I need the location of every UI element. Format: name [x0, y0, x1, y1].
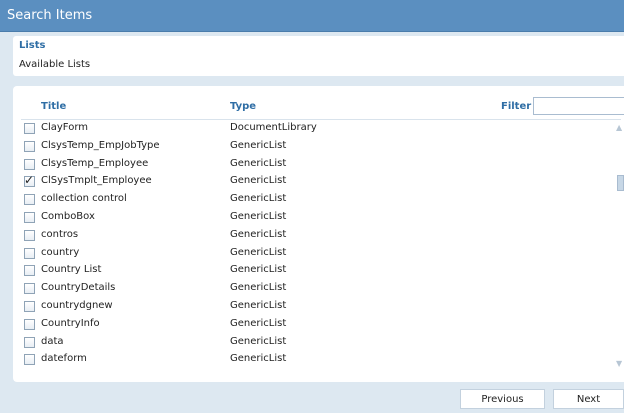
table-row[interactable]: dateform GenericList	[13, 351, 613, 369]
table-row[interactable]: CountryDetails GenericList	[13, 280, 613, 298]
row-type: GenericList	[230, 336, 287, 347]
row-type: GenericList	[230, 247, 287, 258]
table-row[interactable]: data GenericList	[13, 334, 613, 352]
checkmark-icon: ✓	[24, 173, 35, 187]
table-row[interactable]: ClayForm DocumentLibrary	[13, 120, 613, 138]
row-type: GenericList	[230, 193, 287, 204]
row-checkbox[interactable]	[24, 283, 35, 294]
row-checkbox[interactable]	[24, 141, 35, 152]
search-items-dialog: Search Items Lists Available Lists Title…	[0, 0, 624, 413]
table-row[interactable]: CountryInfo GenericList	[13, 316, 613, 334]
row-title: Country List	[41, 264, 102, 275]
filter-input[interactable]	[533, 97, 624, 115]
row-type: GenericList	[230, 140, 287, 151]
row-type: GenericList	[230, 158, 287, 169]
row-title: ClayForm	[41, 122, 88, 133]
row-type: GenericList	[230, 175, 287, 186]
table-row[interactable]: country GenericList	[13, 245, 613, 263]
table-row[interactable]: ComboBox GenericList	[13, 209, 613, 227]
scroll-down-arrow-icon[interactable]: ▼	[616, 360, 624, 368]
row-title: dateform	[41, 353, 87, 364]
lists-table-panel: Title Type Filter ClayForm DocumentLibrar…	[13, 86, 624, 382]
row-title: CountryDetails	[41, 282, 116, 293]
row-checkbox[interactable]	[24, 354, 35, 365]
table-row[interactable]: countrydgnew GenericList	[13, 298, 613, 316]
scrollbar-thumb[interactable]	[617, 175, 624, 191]
next-button[interactable]: Next	[553, 389, 624, 409]
row-type: GenericList	[230, 229, 287, 240]
row-title: ComboBox	[41, 211, 95, 222]
row-checkbox[interactable]	[24, 230, 35, 241]
column-header-title[interactable]: Title	[41, 101, 66, 112]
table-row[interactable]: Country List GenericList	[13, 262, 613, 280]
row-checkbox[interactable]	[24, 301, 35, 312]
row-title: country	[41, 247, 80, 258]
row-title: collection control	[41, 193, 127, 204]
dialog-titlebar: Search Items	[0, 0, 624, 32]
row-checkbox[interactable]	[24, 319, 35, 330]
row-type: GenericList	[230, 353, 287, 364]
row-checkbox[interactable]	[24, 194, 35, 205]
row-title: data	[41, 336, 64, 347]
scroll-up-arrow-icon[interactable]: ▲	[616, 124, 624, 132]
row-type: GenericList	[230, 211, 287, 222]
previous-button[interactable]: Previous	[460, 389, 545, 409]
row-type: GenericList	[230, 318, 287, 329]
table-row[interactable]: ClsysTemp_Employee GenericList	[13, 156, 613, 174]
row-title: contros	[41, 229, 79, 240]
row-title: ClSysTmplt_Employee	[41, 175, 152, 186]
table-row[interactable]: contros GenericList	[13, 227, 613, 245]
row-checkbox[interactable]	[24, 248, 35, 259]
row-title: ClsysTemp_Employee	[41, 158, 149, 169]
lists-table-body: ClayForm DocumentLibrary ClsysTemp_EmpJobT…	[13, 120, 613, 370]
available-lists-label: Available Lists	[19, 59, 91, 70]
row-type: GenericList	[230, 300, 287, 311]
table-row[interactable]: ClsysTemp_EmpJobType GenericList	[13, 138, 613, 156]
lists-heading: Lists	[19, 40, 46, 51]
table-row[interactable]: collection control GenericList	[13, 191, 613, 209]
row-checkbox[interactable]	[24, 123, 35, 134]
row-checkbox[interactable]: ✓	[24, 173, 35, 187]
row-title: countrydgnew	[41, 300, 113, 311]
lists-section: Lists Available Lists	[13, 36, 624, 76]
row-checkbox[interactable]	[24, 265, 35, 276]
dialog-title: Search Items	[7, 8, 93, 23]
row-title: ClsysTemp_EmpJobType	[41, 140, 160, 151]
row-checkbox[interactable]	[24, 159, 35, 170]
row-type: GenericList	[230, 264, 287, 275]
table-row[interactable]: ✓ ClSysTmplt_Employee GenericList	[13, 173, 613, 191]
row-type: GenericList	[230, 282, 287, 293]
column-header-type[interactable]: Type	[230, 101, 256, 112]
row-checkbox[interactable]	[24, 212, 35, 223]
row-checkbox[interactable]	[24, 337, 35, 348]
row-type: DocumentLibrary	[230, 122, 317, 133]
row-title: CountryInfo	[41, 318, 100, 329]
filter-label: Filter	[501, 101, 532, 112]
